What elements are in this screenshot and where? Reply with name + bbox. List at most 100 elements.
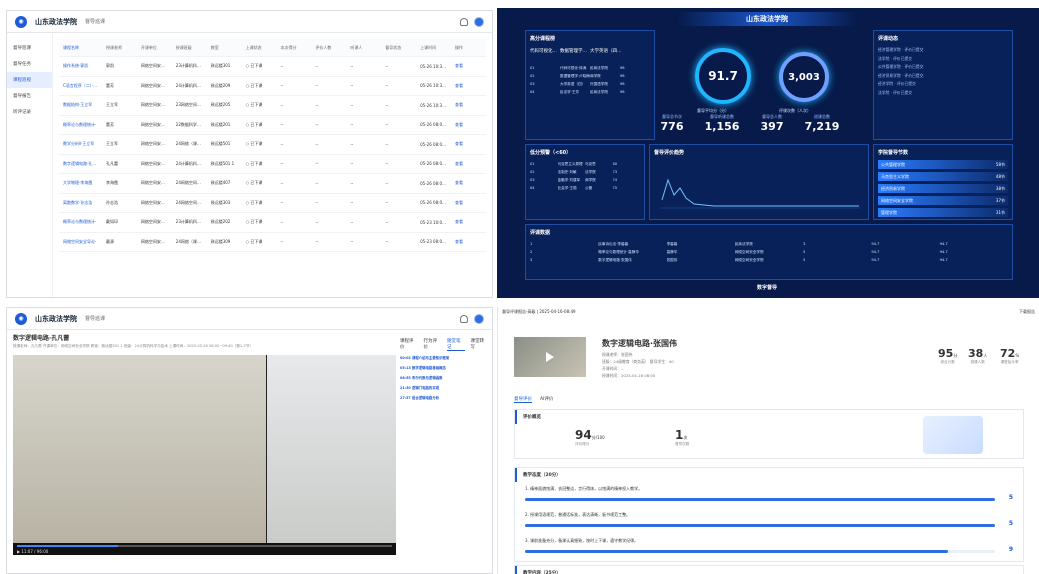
view-link[interactable]: 查看 <box>451 219 486 225</box>
table-cell[interactable]: 操作系统·郭凯 <box>59 63 102 69</box>
view-link[interactable]: 查看 <box>451 83 486 89</box>
table-cell: 致远楼201 <box>210 121 231 127</box>
table-row[interactable]: 概率论与数理统计· 戴如印 网络空间安全学院 23计算机科学与 致远楼202 ○ 已下课 -… <box>59 213 486 233</box>
table-cell: ○ 已下课 <box>245 141 263 147</box>
table-cell[interactable]: C语言程序（二）·董芳 <box>59 83 102 89</box>
video-controls[interactable]: ▶ 11:07 / 96:00 <box>13 543 396 555</box>
table-row[interactable]: 数学分析Ⅱ·王立军 王立军 网络空间安全学院 24网络（课程） 致远楼501 ○ 已下课 -… <box>59 135 486 155</box>
table-cell: 23网络空间安全 <box>175 102 205 108</box>
record-cell: 5 <box>803 250 806 254</box>
panel-title: 学院督导节数 <box>878 150 909 156</box>
breadcrumb[interactable]: 督导巡课 <box>85 315 105 322</box>
table-cell: -- <box>385 141 389 147</box>
avatar[interactable] <box>474 16 484 27</box>
sidebar-item[interactable]: 督导任务 <box>7 56 52 72</box>
view-link[interactable]: 查看 <box>451 102 486 108</box>
table-cell: ○ 已下课 <box>245 160 263 166</box>
video-detail-screen: ◉ 山东政法学院 督导巡课 数字逻辑电路·孔凡蕾 授课老师：孔凡蕾 开课单位：网… <box>6 307 493 574</box>
table-cell: 网络空间安全学院 <box>140 141 172 147</box>
table-row[interactable]: 数字逻辑电路·孔凡蕾 孔凡蕾 网络空间安全学院 24计算机科学与 致远楼501 1 ○ 已… <box>59 155 486 174</box>
rank-value: 31节 <box>995 209 1005 215</box>
avatar[interactable] <box>474 313 484 324</box>
panel-title: 评课数据 <box>530 230 551 236</box>
report-top-bar: 督导评课报告-高级 | 2025-04-16-08:49 下载报告 <box>498 307 1039 317</box>
rank-bar: 管理学院 31节 <box>878 208 1008 217</box>
progress-bar[interactable] <box>17 545 392 547</box>
table-cell: 05-26 08:00~09:40 <box>420 200 451 206</box>
view-link[interactable]: 查看 <box>451 161 486 167</box>
avg-score-gauge: 91.7 <box>695 48 751 104</box>
classroom-video[interactable] <box>13 355 266 543</box>
table-cell: 致远楼301 <box>210 63 231 69</box>
table-row[interactable]: C语言程序（二）·董芳 董芳 网络空间安全学院 24计算机科学与 致远楼209 ○ 已下课… <box>59 77 486 96</box>
table-cell: 24网络空间安全 <box>175 180 205 186</box>
table-cell: 网络空间安全学院 <box>140 199 172 205</box>
table-cell: 05-26 08:00~09:40 <box>420 180 451 186</box>
sidebar-item[interactable]: 听评记录 <box>7 104 52 120</box>
view-link[interactable]: 查看 <box>451 141 486 147</box>
top-course: 数据管理学… <box>560 49 587 54</box>
column-header: 上课时间 <box>420 44 437 50</box>
video-thumbnail[interactable] <box>514 337 586 377</box>
criteria-text: 3. 课前准备充分，备课认真细致，按时上下课，遵守教学纪律。 <box>525 538 639 543</box>
sidebar-item[interactable]: 督导巡课 <box>7 40 52 56</box>
kpi-label: 到课人数 <box>970 360 985 364</box>
table-cell[interactable]: 数据结构·王立军 <box>59 102 102 108</box>
record-cell: 94.7 <box>939 258 948 262</box>
view-link[interactable]: 查看 <box>451 239 486 245</box>
view-link[interactable]: 查看 <box>451 180 486 186</box>
bell-icon[interactable] <box>460 314 468 323</box>
column-header: 听课人 <box>350 44 363 50</box>
bell-icon[interactable] <box>460 17 468 26</box>
table-cell: 05-26 10:30~12:10 <box>420 63 451 69</box>
criteria-text: 2. 授课用语规范，普通话标准，表达清晰，板书规范工整。 <box>525 512 631 517</box>
table-cell[interactable]: 数学分析Ⅱ·王立军 <box>59 141 102 147</box>
table-cell: 戴如印 <box>105 219 118 225</box>
table-cell[interactable]: 大学物理·李海霞 <box>59 180 102 186</box>
table-cell: ○ 已下课 <box>245 121 263 127</box>
sidebar-item[interactable]: 督导报告 <box>7 88 52 104</box>
download-button[interactable]: 下载报告 <box>1019 309 1035 315</box>
panel-title: 督导评价趋势 <box>654 150 685 156</box>
table-row[interactable]: 数据结构·王立军 王立军 网络空间安全学院 23网络空间安全 致远楼205 ○ 已下课 --… <box>59 96 486 116</box>
section-card: 教学态度（20分） 1. 精神面貌饱满，衣冠整洁，言行得体，以饱满的精神投入教学… <box>514 467 1024 562</box>
table-cell[interactable]: 数字逻辑电路·孔凡蕾 <box>59 161 102 167</box>
breadcrumb[interactable]: 督导巡课 <box>85 18 105 25</box>
table-row[interactable]: 操作系统·郭凯 郭凯 网络空间安全学院 23计算机科学与 致远楼301 ○ 已下课 -- --… <box>59 57 486 77</box>
table-cell[interactable]: 概率论与数理统计· <box>59 219 102 225</box>
dashboard-title: 山东政法学院 <box>677 12 857 26</box>
table-row[interactable]: 大学物理·李海霞 李海霞 网络空间安全学院 24网络空间安全 致远楼407 ○ 已下课 --… <box>59 174 486 194</box>
column-header: 督导状态 <box>385 44 402 50</box>
view-link[interactable]: 查看 <box>451 63 486 69</box>
note-heading: 08:55 布尔代数与逻辑函数 <box>400 376 443 380</box>
play-icon[interactable]: ▶ <box>17 549 20 554</box>
column-header: 上课状态 <box>245 44 262 50</box>
tab[interactable]: 督导评价 <box>514 396 532 403</box>
stat-box: 督导总人数 397 <box>749 114 795 133</box>
table-cell[interactable]: 概率论与数理统计· <box>59 122 102 128</box>
meta-line: 授课时间：2025-04-16 08:00 <box>602 373 656 378</box>
column-header: 课程名称 <box>63 44 79 50</box>
sidebar-item[interactable]: 课程巡视 <box>7 72 52 88</box>
table-cell: -- <box>315 239 319 245</box>
record-cell: 3 <box>530 258 533 262</box>
count-unit: 次 <box>683 435 688 440</box>
table-row[interactable]: 概率论与数理统计· 董芳 网络空间安全学院 22数据科学与大 致远楼201 ○ 已下课 --… <box>59 116 486 135</box>
table-cell: 致远楼303 <box>210 199 231 205</box>
table-cell: -- <box>280 180 284 186</box>
rank-value: 58节 <box>995 161 1005 167</box>
tab[interactable]: AI评价 <box>540 396 553 403</box>
table-cell: 24网络（课程） <box>175 141 205 147</box>
view-link[interactable]: 查看 <box>451 200 486 206</box>
table-cell: 致远楼407 <box>210 180 231 186</box>
table-row[interactable]: 离散数学·孙志浩 孙志浩 网络空间安全学院 24网络空间安全 致远楼303 ○ 已下课 --… <box>59 194 486 213</box>
table-row[interactable]: 网络空间安全导论· 戴源 网络空间安全学院 24网络（课程） 致远楼309 ○ 已下课 --… <box>59 233 486 252</box>
record-cell: 1 <box>530 242 533 246</box>
rank-value: 38节 <box>995 185 1005 191</box>
table-cell[interactable]: 网络空间安全导论· <box>59 239 102 245</box>
table-cell[interactable]: 离散数学·孙志浩 <box>59 200 102 206</box>
screen-video[interactable] <box>267 355 396 543</box>
play-icon[interactable] <box>546 352 554 362</box>
video-player[interactable]: ▶ 11:07 / 96:00 <box>13 355 396 555</box>
view-link[interactable]: 查看 <box>451 122 486 128</box>
